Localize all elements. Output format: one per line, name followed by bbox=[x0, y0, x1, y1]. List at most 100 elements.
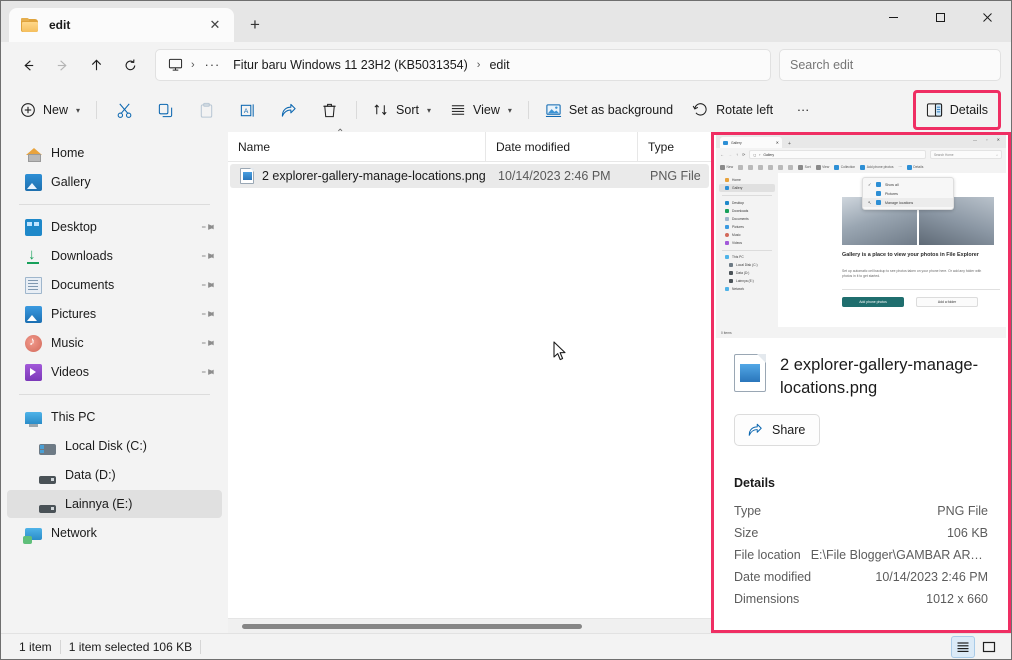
pin-icon[interactable] bbox=[200, 218, 218, 236]
pin-icon[interactable] bbox=[200, 363, 218, 381]
preview-menu-manage-locations: Manage locations bbox=[885, 200, 914, 205]
copy-button[interactable] bbox=[145, 94, 185, 126]
sidebar-item-gallery[interactable]: Gallery bbox=[7, 168, 222, 196]
share-button[interactable] bbox=[268, 94, 308, 126]
details-key: Size bbox=[734, 526, 759, 540]
status-selection: 1 item selected 106 KB bbox=[68, 639, 193, 654]
preview-secondary-button: Add a folder bbox=[916, 297, 978, 307]
breadcrumb-overflow[interactable]: ··· bbox=[199, 56, 227, 74]
sidebar-item-pictures[interactable]: Pictures bbox=[7, 300, 222, 328]
sidebar-item-label: Videos bbox=[51, 365, 89, 379]
set-as-background-button[interactable]: Set as background bbox=[536, 94, 682, 126]
videos-icon bbox=[25, 363, 42, 381]
cut-button[interactable] bbox=[104, 94, 144, 126]
sidebar-item-network[interactable]: Network bbox=[7, 519, 222, 547]
view-button[interactable]: View ▾ bbox=[441, 94, 521, 126]
documents-icon bbox=[25, 276, 42, 294]
list-view-toggle[interactable] bbox=[951, 635, 975, 658]
tab-label: edit bbox=[49, 18, 71, 32]
preview-sb-local-disk: Local Disk (C:) bbox=[736, 263, 758, 267]
navigation-bar: › ··· Fitur baru Windows 11 23H2 (KB5031… bbox=[1, 42, 1011, 88]
svg-text:A: A bbox=[243, 107, 248, 114]
maximize-button[interactable] bbox=[917, 1, 964, 33]
up-button[interactable] bbox=[79, 49, 113, 81]
sidebar-item-this-pc[interactable]: This PC bbox=[7, 403, 222, 431]
png-file-icon-large bbox=[734, 354, 766, 392]
more-options-button[interactable]: ··· bbox=[783, 94, 823, 126]
search-input[interactable]: Search edit bbox=[779, 49, 1001, 81]
sort-button[interactable]: Sort ▾ bbox=[364, 94, 440, 126]
back-button[interactable] bbox=[11, 49, 45, 81]
details-value: 1012 x 660 bbox=[926, 592, 988, 606]
table-row[interactable]: 2 explorer-gallery-manage-locations.png … bbox=[230, 164, 709, 188]
window-controls bbox=[870, 1, 1011, 33]
chevron-down-icon-view[interactable]: ▾ bbox=[508, 106, 512, 115]
view-toggle-group bbox=[951, 635, 1001, 658]
chevron-down-icon[interactable]: ▾ bbox=[76, 106, 80, 115]
sidebar-item-label: Network bbox=[51, 526, 97, 540]
horizontal-scrollbar[interactable] bbox=[228, 618, 711, 633]
sidebar-item-videos[interactable]: Videos bbox=[7, 358, 222, 386]
local-disk-icon bbox=[39, 443, 56, 455]
tiles-view-toggle[interactable] bbox=[977, 636, 1001, 658]
pin-icon[interactable] bbox=[200, 276, 218, 294]
sidebar-item-home[interactable]: Home bbox=[7, 139, 222, 167]
sidebar-item-downloads[interactable]: Downloads bbox=[7, 242, 222, 270]
breadcrumb-item-0[interactable]: Fitur baru Windows 11 23H2 (KB5031354) bbox=[228, 55, 473, 75]
refresh-button[interactable] bbox=[113, 49, 147, 81]
breadcrumb-item-1[interactable]: edit bbox=[484, 55, 514, 75]
set-as-background-label: Set as background bbox=[568, 103, 674, 117]
column-header-name[interactable]: Name bbox=[228, 131, 486, 162]
details-value: E:\File Blogger\GAMBAR ARTI... bbox=[810, 548, 988, 562]
pin-icon[interactable] bbox=[200, 305, 218, 323]
details-button[interactable]: Details bbox=[917, 94, 997, 126]
minimize-button[interactable] bbox=[870, 1, 917, 33]
new-tab-button[interactable]: + bbox=[238, 9, 272, 41]
divider-3 bbox=[527, 101, 529, 119]
divider-2 bbox=[356, 101, 358, 119]
file-list[interactable]: ⌃ Name Date modified Type 2 explorer-gal… bbox=[228, 128, 711, 633]
pin-icon[interactable] bbox=[200, 247, 218, 265]
sidebar-item-data-d[interactable]: Data (D:) bbox=[7, 461, 222, 489]
sidebar-item-lainnya-e[interactable]: Lainnya (E:) bbox=[7, 490, 222, 518]
preview-menu-pictures: Pictures bbox=[885, 191, 898, 196]
png-file-icon bbox=[240, 168, 254, 184]
rename-button[interactable]: A bbox=[227, 94, 267, 126]
details-value: PNG File bbox=[937, 504, 988, 518]
sidebar-item-label: Desktop bbox=[51, 220, 97, 234]
paste-button[interactable] bbox=[186, 94, 226, 126]
rotate-left-button[interactable]: Rotate left bbox=[683, 94, 782, 126]
close-window-button[interactable] bbox=[964, 1, 1011, 33]
details-key: Date modified bbox=[734, 570, 812, 584]
file-explorer-window: edit ✕ + › ··· Fitur baru Windows 11 23H… bbox=[0, 0, 1012, 660]
details-key: Type bbox=[734, 504, 762, 518]
drive-icon bbox=[39, 476, 56, 484]
preview-cmd-more: ··· bbox=[898, 165, 902, 169]
sidebar-item-music[interactable]: Music bbox=[7, 329, 222, 357]
column-header-date-modified[interactable]: Date modified bbox=[486, 131, 638, 162]
preview-sb-videos: Videos bbox=[732, 240, 743, 245]
share-button-pane[interactable]: Share bbox=[734, 414, 821, 446]
address-bar[interactable]: › ··· Fitur baru Windows 11 23H2 (KB5031… bbox=[155, 49, 771, 81]
preview-divider bbox=[842, 289, 1000, 290]
preview-cmd-view: View bbox=[822, 165, 830, 169]
chevron-down-icon-sort[interactable]: ▾ bbox=[427, 106, 431, 115]
scrollbar-thumb[interactable] bbox=[242, 624, 582, 629]
close-tab-icon[interactable]: ✕ bbox=[204, 14, 226, 36]
tab-edit[interactable]: edit ✕ bbox=[9, 8, 234, 42]
preview-paragraph: Set up automatic cell backup to see phot… bbox=[842, 269, 982, 278]
sidebar-item-desktop[interactable]: Desktop bbox=[7, 213, 222, 241]
sidebar-item-label: Documents bbox=[51, 278, 115, 292]
pin-icon[interactable] bbox=[200, 334, 218, 352]
sidebar-item-local-disk-c[interactable]: Local Disk (C:) bbox=[7, 432, 222, 460]
preview-tab-icon bbox=[723, 140, 728, 145]
folder-icon bbox=[21, 17, 39, 33]
navigation-sidebar[interactable]: Home Gallery Desktop Downloads bbox=[1, 132, 228, 633]
sidebar-item-label: Pictures bbox=[51, 307, 97, 321]
file-rows: 2 explorer-gallery-manage-locations.png … bbox=[228, 162, 711, 633]
sidebar-item-documents[interactable]: Documents bbox=[7, 271, 222, 299]
sidebar-item-label: Lainnya (E:) bbox=[65, 497, 133, 511]
delete-button[interactable] bbox=[309, 94, 349, 126]
new-button[interactable]: New ▾ bbox=[11, 94, 89, 126]
this-pc-icon[interactable] bbox=[164, 58, 187, 72]
